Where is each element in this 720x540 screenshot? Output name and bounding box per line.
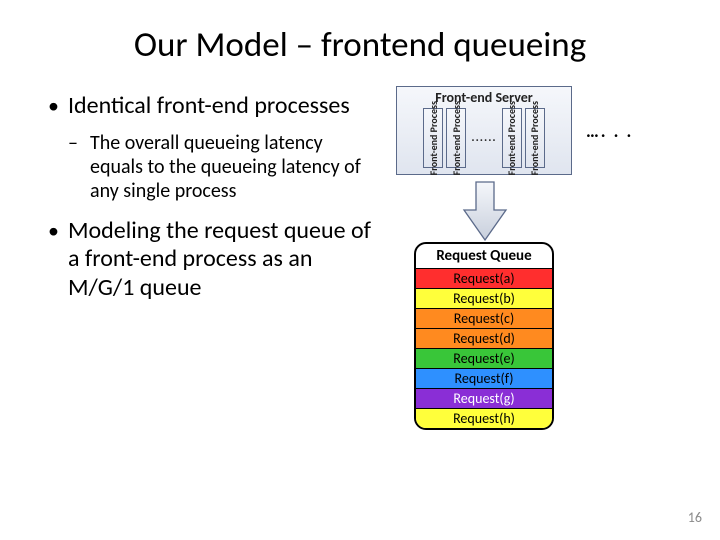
queue-row: Request(e): [416, 348, 552, 368]
frontend-process-box: Front-end Process: [423, 108, 443, 168]
process-ellipsis: ......: [469, 131, 498, 145]
frontend-process-label: Front-end Process: [427, 101, 440, 175]
slide-title: Our Model – frontend queueing: [0, 0, 720, 66]
frontend-process-box: Front-end Process: [525, 108, 545, 168]
queue-row: Request(a): [416, 268, 552, 288]
server-ellipsis: …. . .: [586, 120, 633, 142]
frontend-server-box: Front-end Server Front-end Process Front…: [396, 86, 572, 175]
bullet-text: Identical front-end processes: [68, 91, 350, 120]
content-area: Identical front-end processes The overal…: [0, 66, 720, 316]
frontend-process-label: Front-end Process: [505, 101, 518, 175]
frontend-server-label: Front-end Server: [397, 87, 571, 108]
request-queue-box: Request Queue Request(a) Request(b) Requ…: [414, 242, 554, 430]
queue-row: Request(g): [416, 388, 552, 408]
queue-row: Request(c): [416, 308, 552, 328]
text-column: Identical front-end processes The overal…: [46, 92, 376, 316]
frontend-process-label: Front-end Process: [450, 101, 463, 175]
frontend-process-label: Front-end Process: [528, 101, 541, 175]
request-queue-title: Request Queue: [416, 244, 552, 268]
queue-row: Request(b): [416, 288, 552, 308]
bullet-identical-processes: Identical front-end processes The overal…: [46, 92, 376, 203]
queue-row: Request(d): [416, 328, 552, 348]
sub-bullet-text: The overall queueing latency equals to t…: [90, 131, 361, 202]
frontend-processes-row: Front-end Process Front-end Process ....…: [397, 108, 571, 174]
frontend-process-box: Front-end Process: [502, 108, 522, 168]
page-number: 16: [688, 509, 702, 526]
sub-bullet-latency: The overall queueing latency equals to t…: [68, 132, 376, 203]
queue-row: Request(f): [416, 368, 552, 388]
arrow-down-icon: [462, 180, 508, 242]
bullet-mg1-queue: Modeling the request queue of a front-en…: [46, 217, 376, 302]
bullet-text: Modeling the request queue of a front-en…: [68, 216, 371, 302]
diagram-column: Front-end Server Front-end Process Front…: [376, 92, 690, 316]
frontend-process-box: Front-end Process: [446, 108, 466, 168]
queue-row: Request(h): [416, 408, 552, 428]
